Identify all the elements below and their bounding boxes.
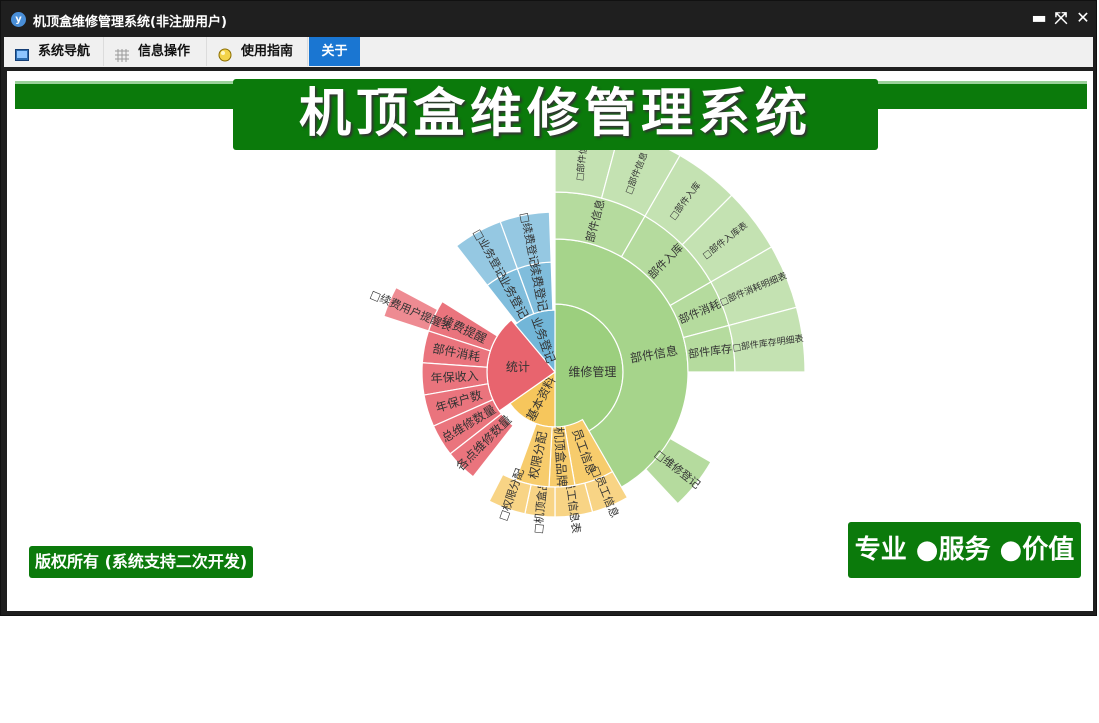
sunburst-label: 维修管理 (568, 364, 616, 379)
window-title: 机顶盒维修管理系统(非注册用户) (33, 15, 227, 30)
sunburst-label: 统计 (506, 360, 530, 374)
tab-label: 使用指南 (241, 44, 294, 59)
app-logo-icon: y (11, 12, 26, 27)
minimize-icon[interactable]: ▬ (1030, 9, 1048, 27)
grid-icon (115, 44, 129, 62)
restore-icon[interactable]: ⤧ (1052, 9, 1070, 27)
copyright-notice: 版权所有 (系统支持二次开发) (29, 546, 254, 578)
tab-label: 关于 (321, 44, 348, 59)
sunburst-label: 年保收入 (430, 369, 479, 385)
lightbulb-icon (218, 44, 232, 62)
tab-label: 信息操作 (138, 44, 191, 59)
tab-user-guide[interactable]: 使用指南 (207, 37, 308, 66)
menu-bar: 系统导航 信息操作 使用指南 关于 (4, 37, 1093, 67)
tab-label: 系统导航 (38, 44, 91, 59)
tab-info-operations[interactable]: 信息操作 (104, 37, 207, 66)
close-icon[interactable]: ✕ (1074, 9, 1092, 27)
slogan-badge: 专业 ●服务 ●价值 (848, 522, 1081, 578)
tab-about[interactable]: 关于 (309, 37, 360, 66)
page-title: 机顶盒维修管理系统 (233, 79, 878, 150)
tab-system-navigation[interactable]: 系统导航 (4, 37, 104, 66)
title-bar[interactable]: y 机顶盒维修管理系统(非注册用户) ▬ ⤧ ✕ (1, 1, 1096, 37)
monitor-icon (15, 44, 29, 61)
